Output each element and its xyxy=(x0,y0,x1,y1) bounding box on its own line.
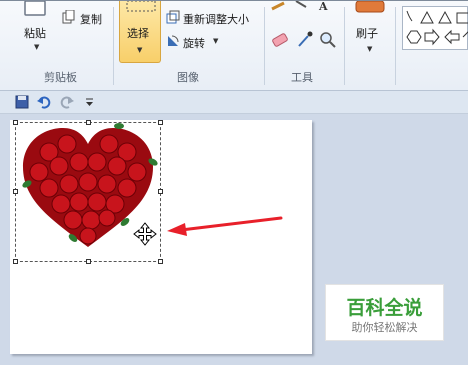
image-group-label: 图像 xyxy=(177,71,199,84)
resize-handle-bottom-center[interactable] xyxy=(86,259,91,264)
select-label: 选择 xyxy=(127,27,149,40)
separator xyxy=(395,7,396,85)
resize-handle-bottom-left[interactable] xyxy=(13,259,18,264)
select-rectangle-icon xyxy=(126,1,156,12)
ribbon: 粘贴 ▼ 复制 剪贴板 选择 ▼ 重新调整大小 旋转 ▼ 图像 A 工具 刷子 … xyxy=(0,1,468,91)
copy-icon xyxy=(62,10,75,24)
undo-icon[interactable] xyxy=(36,95,52,109)
paste-button[interactable]: 粘贴 ▼ xyxy=(16,1,56,59)
resize-handle-top-center[interactable] xyxy=(86,120,91,125)
separator xyxy=(344,7,345,85)
shapes-icon xyxy=(406,10,468,46)
magnifier-icon[interactable] xyxy=(318,31,338,49)
chevron-down-icon: ▼ xyxy=(137,46,143,54)
redo-icon[interactable] xyxy=(59,95,75,109)
svg-text:A: A xyxy=(318,1,328,13)
separator xyxy=(264,7,265,85)
brush-icon xyxy=(355,1,385,13)
chevron-down-icon: ▼ xyxy=(367,45,373,53)
eraser-icon[interactable] xyxy=(270,31,290,49)
annotation-arrow xyxy=(167,216,283,236)
fill-bucket-icon[interactable] xyxy=(293,1,309,11)
copy-button[interactable]: 复制 xyxy=(60,9,110,26)
clipboard-icon xyxy=(24,1,46,16)
rotate-icon xyxy=(168,35,179,46)
watermark-subtitle: 助你轻松解决 xyxy=(351,321,418,334)
brushes-label: 刷子 xyxy=(356,27,378,40)
save-icon[interactable] xyxy=(15,95,29,109)
watermark-badge: 百科全说 助你轻松解决 xyxy=(325,284,444,341)
resize-handle-middle-right[interactable] xyxy=(158,189,163,194)
tools-group-label: 工具 xyxy=(291,71,313,84)
paste-label: 粘贴 xyxy=(24,27,46,40)
clipboard-group-label: 剪贴板 xyxy=(44,71,77,84)
quick-access-toolbar xyxy=(0,91,468,114)
rotate-button[interactable]: 旋转 ▼ xyxy=(166,33,226,50)
resize-button[interactable]: 重新调整大小 xyxy=(166,9,261,26)
select-button[interactable]: 选择 ▼ xyxy=(119,1,161,63)
text-tool-icon[interactable]: A xyxy=(317,1,333,13)
resize-handle-bottom-right[interactable] xyxy=(158,259,163,264)
resize-label: 重新调整大小 xyxy=(183,13,249,26)
brushes-button[interactable]: 刷子 ▼ xyxy=(351,1,389,59)
move-cursor-icon xyxy=(133,222,157,246)
chevron-down-icon: ▼ xyxy=(213,37,219,45)
pencil-icon[interactable] xyxy=(270,1,288,11)
copy-label: 复制 xyxy=(80,13,102,26)
rotate-label: 旋转 xyxy=(183,37,205,50)
watermark-title: 百科全说 xyxy=(346,297,423,319)
chevron-down-icon: ▼ xyxy=(34,43,40,51)
paint-window: 粘贴 ▼ 复制 剪贴板 选择 ▼ 重新调整大小 旋转 ▼ 图像 A 工具 刷子 … xyxy=(0,0,468,365)
resize-handle-top-right[interactable] xyxy=(158,120,163,125)
resize-handle-middle-left[interactable] xyxy=(13,189,18,194)
separator xyxy=(113,7,114,85)
shapes-gallery[interactable] xyxy=(402,6,468,50)
color-picker-icon[interactable] xyxy=(295,31,315,49)
resize-handle-top-left[interactable] xyxy=(13,120,18,125)
resize-icon xyxy=(166,10,180,24)
customize-toolbar-icon[interactable] xyxy=(85,98,95,108)
